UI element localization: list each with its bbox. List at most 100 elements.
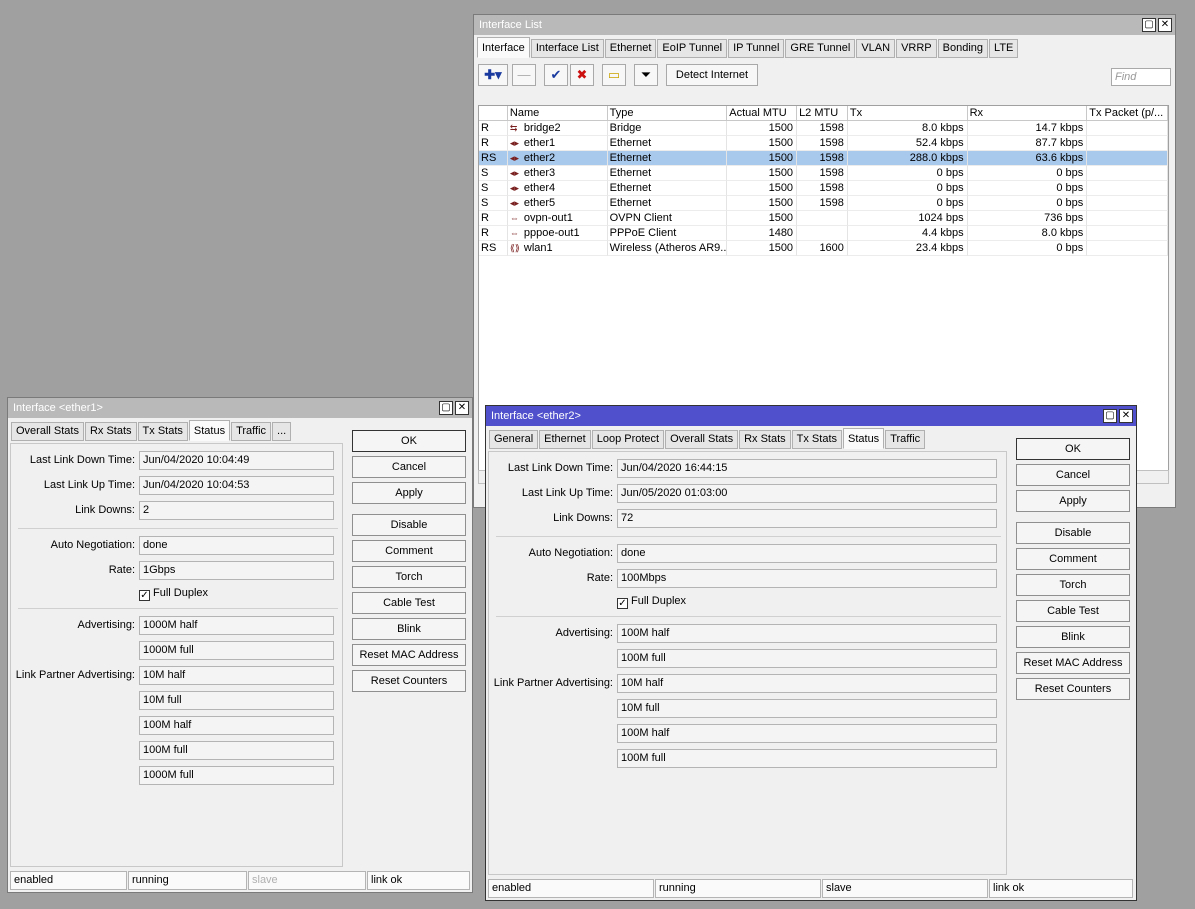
tab-lte[interactable]: LTE — [989, 39, 1019, 58]
col-name[interactable]: Name — [507, 106, 608, 121]
detect-internet-button[interactable]: Detect Internet — [666, 64, 758, 86]
tab-traffic[interactable]: Traffic — [231, 422, 272, 441]
col-tx[interactable]: Tx — [847, 106, 968, 121]
window-title: Interface List — [479, 19, 542, 31]
restore-icon[interactable]: ▢ — [1103, 409, 1117, 423]
filter-icon[interactable]: ⏷ — [634, 64, 658, 86]
interface-name: pppoe-out1 — [523, 227, 580, 239]
tab-ip-tunnel[interactable]: IP Tunnel — [728, 39, 785, 58]
tab-general[interactable]: General — [489, 430, 539, 449]
tab-rx-stats[interactable]: Rx Stats — [739, 430, 791, 449]
cable-test-button[interactable]: Cable Test — [1016, 600, 1130, 622]
full-duplex-checkbox: ✓ Full Duplex — [617, 594, 686, 609]
tab-status[interactable]: Status — [188, 420, 231, 441]
comment-icon[interactable]: ▭ — [602, 64, 626, 86]
disable-button[interactable]: Disable — [1016, 522, 1130, 544]
restore-icon[interactable]: ▢ — [1142, 18, 1156, 32]
table-row[interactable]: RS ◂▸ ether2 Ethernet 1500 1598 288.0 kbps 63.6… — [479, 151, 1168, 166]
close-icon[interactable]: ✕ — [1119, 409, 1133, 423]
close-icon[interactable]: ✕ — [455, 401, 469, 415]
cell-type: Ethernet — [607, 151, 728, 166]
cell-mtu: 1500 — [727, 211, 798, 226]
enable-icon[interactable]: ✔ — [544, 64, 568, 86]
blink-button[interactable]: Blink — [1016, 626, 1130, 648]
cancel-button[interactable]: Cancel — [1016, 464, 1130, 486]
cell-type: Ethernet — [607, 136, 728, 151]
ok-button[interactable]: OK — [352, 430, 466, 452]
reset-mac-address-button[interactable]: Reset MAC Address — [352, 644, 466, 666]
reset-mac-address-button[interactable]: Reset MAC Address — [1016, 652, 1130, 674]
table-row[interactable]: S ◂▸ ether3 Ethernet 1500 1598 0 bps 0 bps — [479, 166, 1168, 181]
table-row[interactable]: R ◂▸ ether1 Ethernet 1500 1598 52.4 kbps 87.7 k… — [479, 136, 1168, 151]
tab-overall-stats[interactable]: Overall Stats — [11, 422, 84, 441]
cell-name: ◂▸ ether2 — [507, 151, 608, 166]
tab-tx-stats[interactable]: Tx Stats — [137, 422, 188, 441]
ok-button[interactable]: OK — [1016, 438, 1130, 460]
tab-tx-stats[interactable]: Tx Stats — [791, 430, 842, 449]
rate-value: 100Mbps — [617, 569, 997, 588]
table-row[interactable]: R ⇔ pppoe-out1 PPPoE Client 1480 4.4 kbps 8.0 … — [479, 226, 1168, 241]
cell-name: ⇆ bridge2 — [507, 121, 608, 136]
col-l2-mtu[interactable]: L2 MTU — [797, 106, 848, 121]
col-tx-packet[interactable]: Tx Packet (p/... — [1087, 106, 1168, 121]
wireless-icon: ⟪⟫ — [509, 243, 520, 253]
tab-rx-stats[interactable]: Rx Stats — [84, 422, 137, 441]
table-row[interactable]: RS ⟪⟫ wlan1 Wireless (Atheros AR9... 1500 160… — [479, 241, 1168, 256]
ether2-titlebar[interactable]: Interface <ether2> ▢ ✕ — [486, 406, 1136, 426]
find-input[interactable]: Find — [1111, 68, 1171, 86]
disable-icon[interactable]: ✖ — [570, 64, 594, 86]
cable-test-button[interactable]: Cable Test — [352, 592, 466, 614]
tab-vrrp[interactable]: VRRP — [896, 39, 937, 58]
last-link-down-label: Last Link Down Time: — [29, 454, 135, 466]
ethernet-icon: ◂▸ — [509, 153, 519, 163]
cell-name: ◂▸ ether3 — [507, 166, 608, 181]
tab-vlan[interactable]: VLAN — [856, 39, 896, 58]
table-row[interactable]: S ◂▸ ether5 Ethernet 1500 1598 0 bps 0 bps — [479, 196, 1168, 211]
tab-bonding[interactable]: Bonding — [937, 39, 989, 58]
last-link-down-label: Last Link Down Time: — [507, 462, 613, 474]
last-link-up-label: Last Link Up Time: — [43, 479, 135, 491]
cell-tx: 8.0 kbps — [847, 121, 968, 136]
torch-button[interactable]: Torch — [1016, 574, 1130, 596]
tab-ethernet[interactable]: Ethernet — [604, 39, 657, 58]
tab-more[interactable]: ... — [272, 422, 292, 441]
tab-interface[interactable]: Interface — [477, 37, 530, 58]
tab-gre-tunnel[interactable]: GRE Tunnel — [785, 39, 856, 58]
reset-counters-button[interactable]: Reset Counters — [1016, 678, 1130, 700]
cell-flag: R — [479, 121, 508, 136]
tab-ethernet[interactable]: Ethernet — [539, 430, 591, 449]
col-flags[interactable] — [479, 106, 508, 121]
reset-counters-button[interactable]: Reset Counters — [352, 670, 466, 692]
bridge-icon: ⇆ — [509, 123, 518, 133]
restore-icon[interactable]: ▢ — [439, 401, 453, 415]
cancel-button[interactable]: Cancel — [352, 456, 466, 478]
tab-overall-stats[interactable]: Overall Stats — [665, 430, 739, 449]
tab-traffic[interactable]: Traffic — [885, 430, 926, 449]
col-type[interactable]: Type — [607, 106, 728, 121]
blink-button[interactable]: Blink — [352, 618, 466, 640]
apply-button[interactable]: Apply — [352, 482, 466, 504]
tab-eoip-tunnel[interactable]: EoIP Tunnel — [657, 39, 728, 58]
tab-loop-protect[interactable]: Loop Protect — [591, 430, 665, 449]
cell-name: ◂▸ ether4 — [507, 181, 608, 196]
window-title: Interface <ether1> — [13, 402, 103, 414]
interface-name: bridge2 — [523, 122, 561, 134]
add-icon[interactable]: ✚▾ — [478, 64, 508, 86]
table-row[interactable]: R ⇆ bridge2 Bridge 1500 1598 8.0 kbps 14.7 kbps — [479, 121, 1168, 136]
comment-button[interactable]: Comment — [1016, 548, 1130, 570]
torch-button[interactable]: Torch — [352, 566, 466, 588]
separator — [18, 608, 338, 609]
col-rx[interactable]: Rx — [967, 106, 1088, 121]
disable-button[interactable]: Disable — [352, 514, 466, 536]
table-row[interactable]: S ◂▸ ether4 Ethernet 1500 1598 0 bps 0 bps — [479, 181, 1168, 196]
comment-button[interactable]: Comment — [352, 540, 466, 562]
remove-icon[interactable]: — — [512, 64, 536, 86]
apply-button[interactable]: Apply — [1016, 490, 1130, 512]
col-actual-mtu[interactable]: Actual MTU — [727, 106, 798, 121]
tab-interface-list[interactable]: Interface List — [530, 39, 604, 58]
tab-status[interactable]: Status — [843, 428, 885, 449]
table-row[interactable]: R ⇔ ovpn-out1 OVPN Client 1500 1024 bps 736 bp… — [479, 211, 1168, 226]
interface-list-titlebar[interactable]: Interface List ▢ ✕ — [474, 15, 1175, 35]
ether1-titlebar[interactable]: Interface <ether1> ▢ ✕ — [8, 398, 472, 418]
close-icon[interactable]: ✕ — [1158, 18, 1172, 32]
